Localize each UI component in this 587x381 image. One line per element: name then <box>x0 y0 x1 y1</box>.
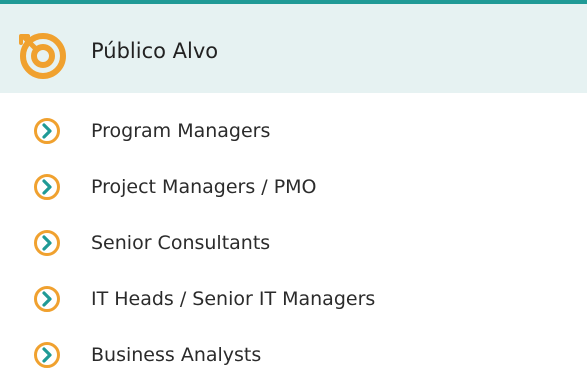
list-item: Project Managers / PMO <box>0 167 587 207</box>
list-item-label: Program Managers <box>91 120 271 142</box>
target-icon <box>15 25 71 81</box>
chevron-right-circle-icon <box>33 173 61 201</box>
list-item: Program Managers <box>0 111 587 151</box>
chevron-right-circle-icon <box>33 341 61 369</box>
section-header: Público Alvo <box>0 4 587 93</box>
audience-panel: Público Alvo Program Managers Project Ma… <box>0 0 587 381</box>
list-item-label: Project Managers / PMO <box>91 176 317 198</box>
list-item-label: IT Heads / Senior IT Managers <box>91 288 376 310</box>
chevron-right-circle-icon <box>33 285 61 313</box>
list-item: Senior Consultants <box>0 223 587 263</box>
list-item: Business Analysts <box>0 335 587 375</box>
page-title: Público Alvo <box>91 39 219 63</box>
list-item-label: Senior Consultants <box>91 232 271 254</box>
chevron-right-circle-icon <box>33 229 61 257</box>
list-item: IT Heads / Senior IT Managers <box>0 279 587 319</box>
chevron-right-circle-icon <box>33 117 61 145</box>
list-item-label: Business Analysts <box>91 344 262 366</box>
